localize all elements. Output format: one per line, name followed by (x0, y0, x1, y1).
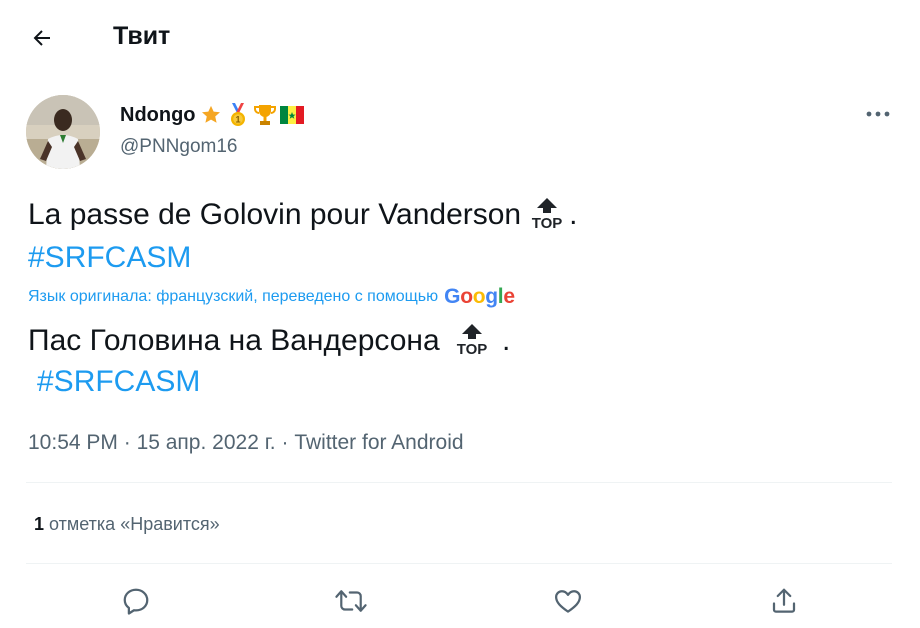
trophy-icon (252, 103, 279, 127)
like-icon (555, 590, 581, 613)
avatar[interactable] (26, 95, 100, 169)
translation-note-text: Язык оригинала: французский, переведено … (28, 288, 439, 305)
original-hashtag[interactable]: #SRFCASM (28, 239, 191, 277)
reply-icon (123, 588, 149, 615)
header: Твит (0, 0, 920, 72)
senegal-flag-icon (279, 103, 306, 127)
translated-hashtag[interactable]: #SRFCASM (37, 363, 200, 401)
reply-button[interactable] (116, 582, 156, 620)
likes-number: 1 (34, 514, 45, 534)
translation-note[interactable]: Язык оригинала: французский, переведено … (28, 286, 515, 308)
translated-text: Пас Головина на Вандерсона (28, 324, 440, 357)
google-logo: Google (444, 285, 515, 308)
author-handle[interactable]: @PNNgom16 (120, 135, 238, 159)
original-text: La passe de Golovin pour Vanderson (28, 198, 522, 231)
top-emoji-label: TOP (456, 341, 487, 356)
original-suffix: . (569, 198, 578, 231)
author-name: Ndongo (120, 104, 196, 126)
likes-label: отметка «Нравится» (44, 514, 220, 534)
divider (26, 563, 892, 564)
tweet-translated-text: Пас Головина на Вандерсона TOP . (28, 322, 510, 360)
more-options-button[interactable] (860, 100, 896, 128)
likes-count[interactable]: 1 отметка «Нравится» (34, 512, 220, 536)
like-button[interactable] (548, 582, 588, 620)
author-badges: 1 (198, 103, 306, 127)
back-button[interactable] (24, 20, 60, 56)
meta-separator: · (117, 431, 137, 454)
arrow-left-icon (33, 30, 50, 46)
star-icon (198, 103, 225, 127)
translated-suffix: . (493, 324, 511, 357)
top-emoji-icon: TOP (525, 196, 569, 232)
page-title: Твит (113, 22, 171, 50)
divider (26, 482, 892, 483)
tweet-meta: 10:54 PM · 15 апр. 2022 г. · Twitter for… (28, 430, 464, 456)
tweet-source[interactable]: Twitter for Android (294, 431, 463, 454)
more-icon (866, 111, 890, 117)
top-emoji-icon: TOP (450, 322, 494, 358)
tweet-time[interactable]: 10:54 PM (28, 431, 118, 454)
top-emoji-label: TOP (532, 215, 563, 230)
author-name-row[interactable]: Ndongo 1 (120, 102, 306, 128)
share-button[interactable] (764, 582, 804, 620)
tweet-date[interactable]: 15 апр. 2022 г. (137, 431, 276, 454)
retweet-icon (335, 590, 367, 612)
meta-separator: · (275, 431, 295, 454)
svg-text:1: 1 (236, 115, 241, 125)
tweet-original-text: La passe de Golovin pour Vanderson TOP . (28, 196, 577, 234)
share-icon (772, 588, 796, 613)
avatar-image (26, 95, 100, 169)
medal-icon: 1 (225, 103, 252, 127)
retweet-button[interactable] (331, 582, 371, 620)
